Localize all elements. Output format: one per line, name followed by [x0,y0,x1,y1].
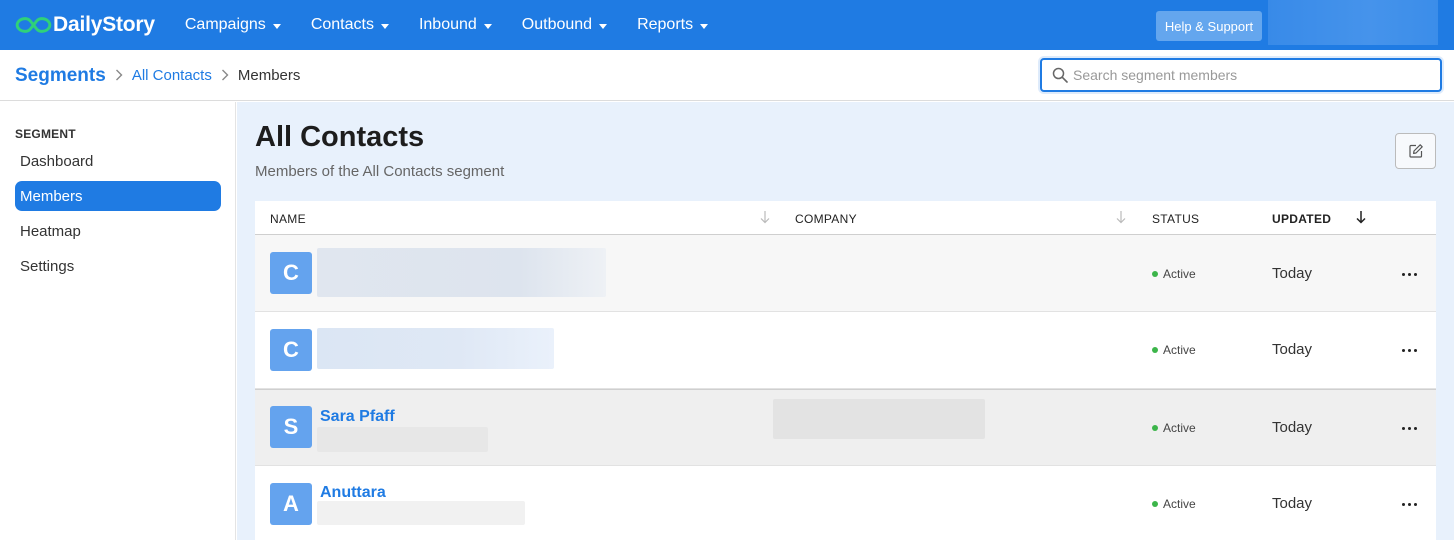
nav-campaigns-label: Campaigns [184,16,266,33]
status-text: Active [1163,267,1196,281]
updated-value: Today [1272,341,1313,358]
sidebar-heading: SEGMENT [15,127,76,141]
search-input[interactable] [1073,67,1423,83]
breadcrumb-segments[interactable]: Segments [15,65,106,87]
chevron-right-icon [221,68,229,84]
updated-value: Today [1272,495,1313,512]
sidebar: SEGMENT Dashboard Members Heatmap Settin… [0,102,236,540]
help-support-button[interactable]: Help & Support [1156,11,1262,41]
chevron-right-icon [115,68,123,84]
sort-arrow-down-icon[interactable] [1355,210,1367,224]
column-name[interactable]: NAME [270,212,306,226]
nav-contacts-label: Contacts [310,16,374,33]
status-badge: Active [1152,343,1196,357]
search-icon [1052,67,1068,83]
top-navbar: DailyStory Campaigns Contacts Inbound Ou… [0,0,1454,50]
caret-down-icon [599,23,608,29]
sort-arrow-icon[interactable] [759,210,771,224]
breadcrumb-bar: Segments All Contacts Members [0,50,1454,101]
nav-inbound-label: Inbound [418,16,477,33]
table-header: NAME COMPANY STATUS UPDATED [255,201,1436,235]
table-row[interactable]: S Sara Pfaff Active Today [255,389,1436,466]
avatar: S [270,406,312,448]
nav-outbound[interactable]: Outbound [521,16,608,34]
updated-value: Today [1272,265,1313,282]
status-text: Active [1163,343,1196,357]
user-menu-redacted[interactable] [1268,0,1438,45]
redacted-email [317,427,488,452]
caret-down-icon [483,23,492,29]
sidebar-item-heatmap[interactable]: Heatmap [15,216,221,246]
more-actions-icon[interactable] [1397,342,1421,358]
logo[interactable]: DailyStory [15,0,155,50]
status-text: Active [1163,497,1196,511]
table-row[interactable]: C Active Today [255,235,1436,312]
breadcrumb: Segments All Contacts Members [15,50,300,101]
redacted-name [317,248,606,297]
more-actions-icon[interactable] [1397,496,1421,512]
logo-text: DailyStory [53,13,155,36]
sidebar-item-settings[interactable]: Settings [15,251,221,281]
table-row[interactable]: A Anuttara Active Today [255,466,1436,540]
infinity-logo-icon [15,17,52,33]
status-badge: Active [1152,497,1196,511]
sort-arrow-icon[interactable] [1115,210,1127,224]
breadcrumb-members: Members [237,67,301,84]
redacted-company [773,399,985,439]
redacted-email [317,501,525,525]
nav-inbound[interactable]: Inbound [419,16,492,34]
column-status[interactable]: STATUS [1152,212,1199,226]
contact-name-link[interactable]: Sara Pfaff [320,408,395,426]
avatar: C [270,329,312,371]
nav-campaigns[interactable]: Campaigns [185,16,281,34]
members-table: NAME COMPANY STATUS UPDATED C Active Tod… [255,201,1436,540]
status-dot-icon [1152,425,1158,431]
nav-contacts[interactable]: Contacts [311,16,389,34]
edit-segment-button[interactable] [1395,133,1436,169]
avatar: A [270,483,312,525]
column-updated[interactable]: UPDATED [1272,212,1331,226]
sidebar-item-members[interactable]: Members [15,181,221,211]
main-menu: Campaigns Contacts Inbound Outbound Repo… [185,0,738,50]
caret-down-icon [380,23,389,29]
edit-icon [1408,144,1423,158]
column-company[interactable]: COMPANY [795,212,857,226]
status-badge: Active [1152,421,1196,435]
contact-name-link[interactable]: Anuttara [320,484,386,502]
breadcrumb-all-contacts[interactable]: All Contacts [132,67,212,84]
more-actions-icon[interactable] [1397,266,1421,282]
status-dot-icon [1152,271,1158,277]
page-subtitle: Members of the All Contacts segment [255,163,505,180]
page-title: All Contacts [255,121,425,153]
nav-outbound-label: Outbound [521,16,593,33]
main-content: All Contacts Members of the All Contacts… [237,102,1454,540]
status-dot-icon [1152,347,1158,353]
table-row[interactable]: C Active Today [255,312,1436,389]
search-box [1040,58,1442,92]
nav-reports[interactable]: Reports [637,16,709,34]
caret-down-icon [272,23,281,29]
status-dot-icon [1152,501,1158,507]
avatar: C [270,252,312,294]
status-badge: Active [1152,267,1196,281]
caret-down-icon [700,23,709,29]
status-text: Active [1163,421,1196,435]
sidebar-item-dashboard[interactable]: Dashboard [15,146,221,176]
updated-value: Today [1272,419,1313,436]
nav-reports-label: Reports [637,16,694,33]
redacted-name [317,328,554,369]
more-actions-icon[interactable] [1397,420,1421,436]
